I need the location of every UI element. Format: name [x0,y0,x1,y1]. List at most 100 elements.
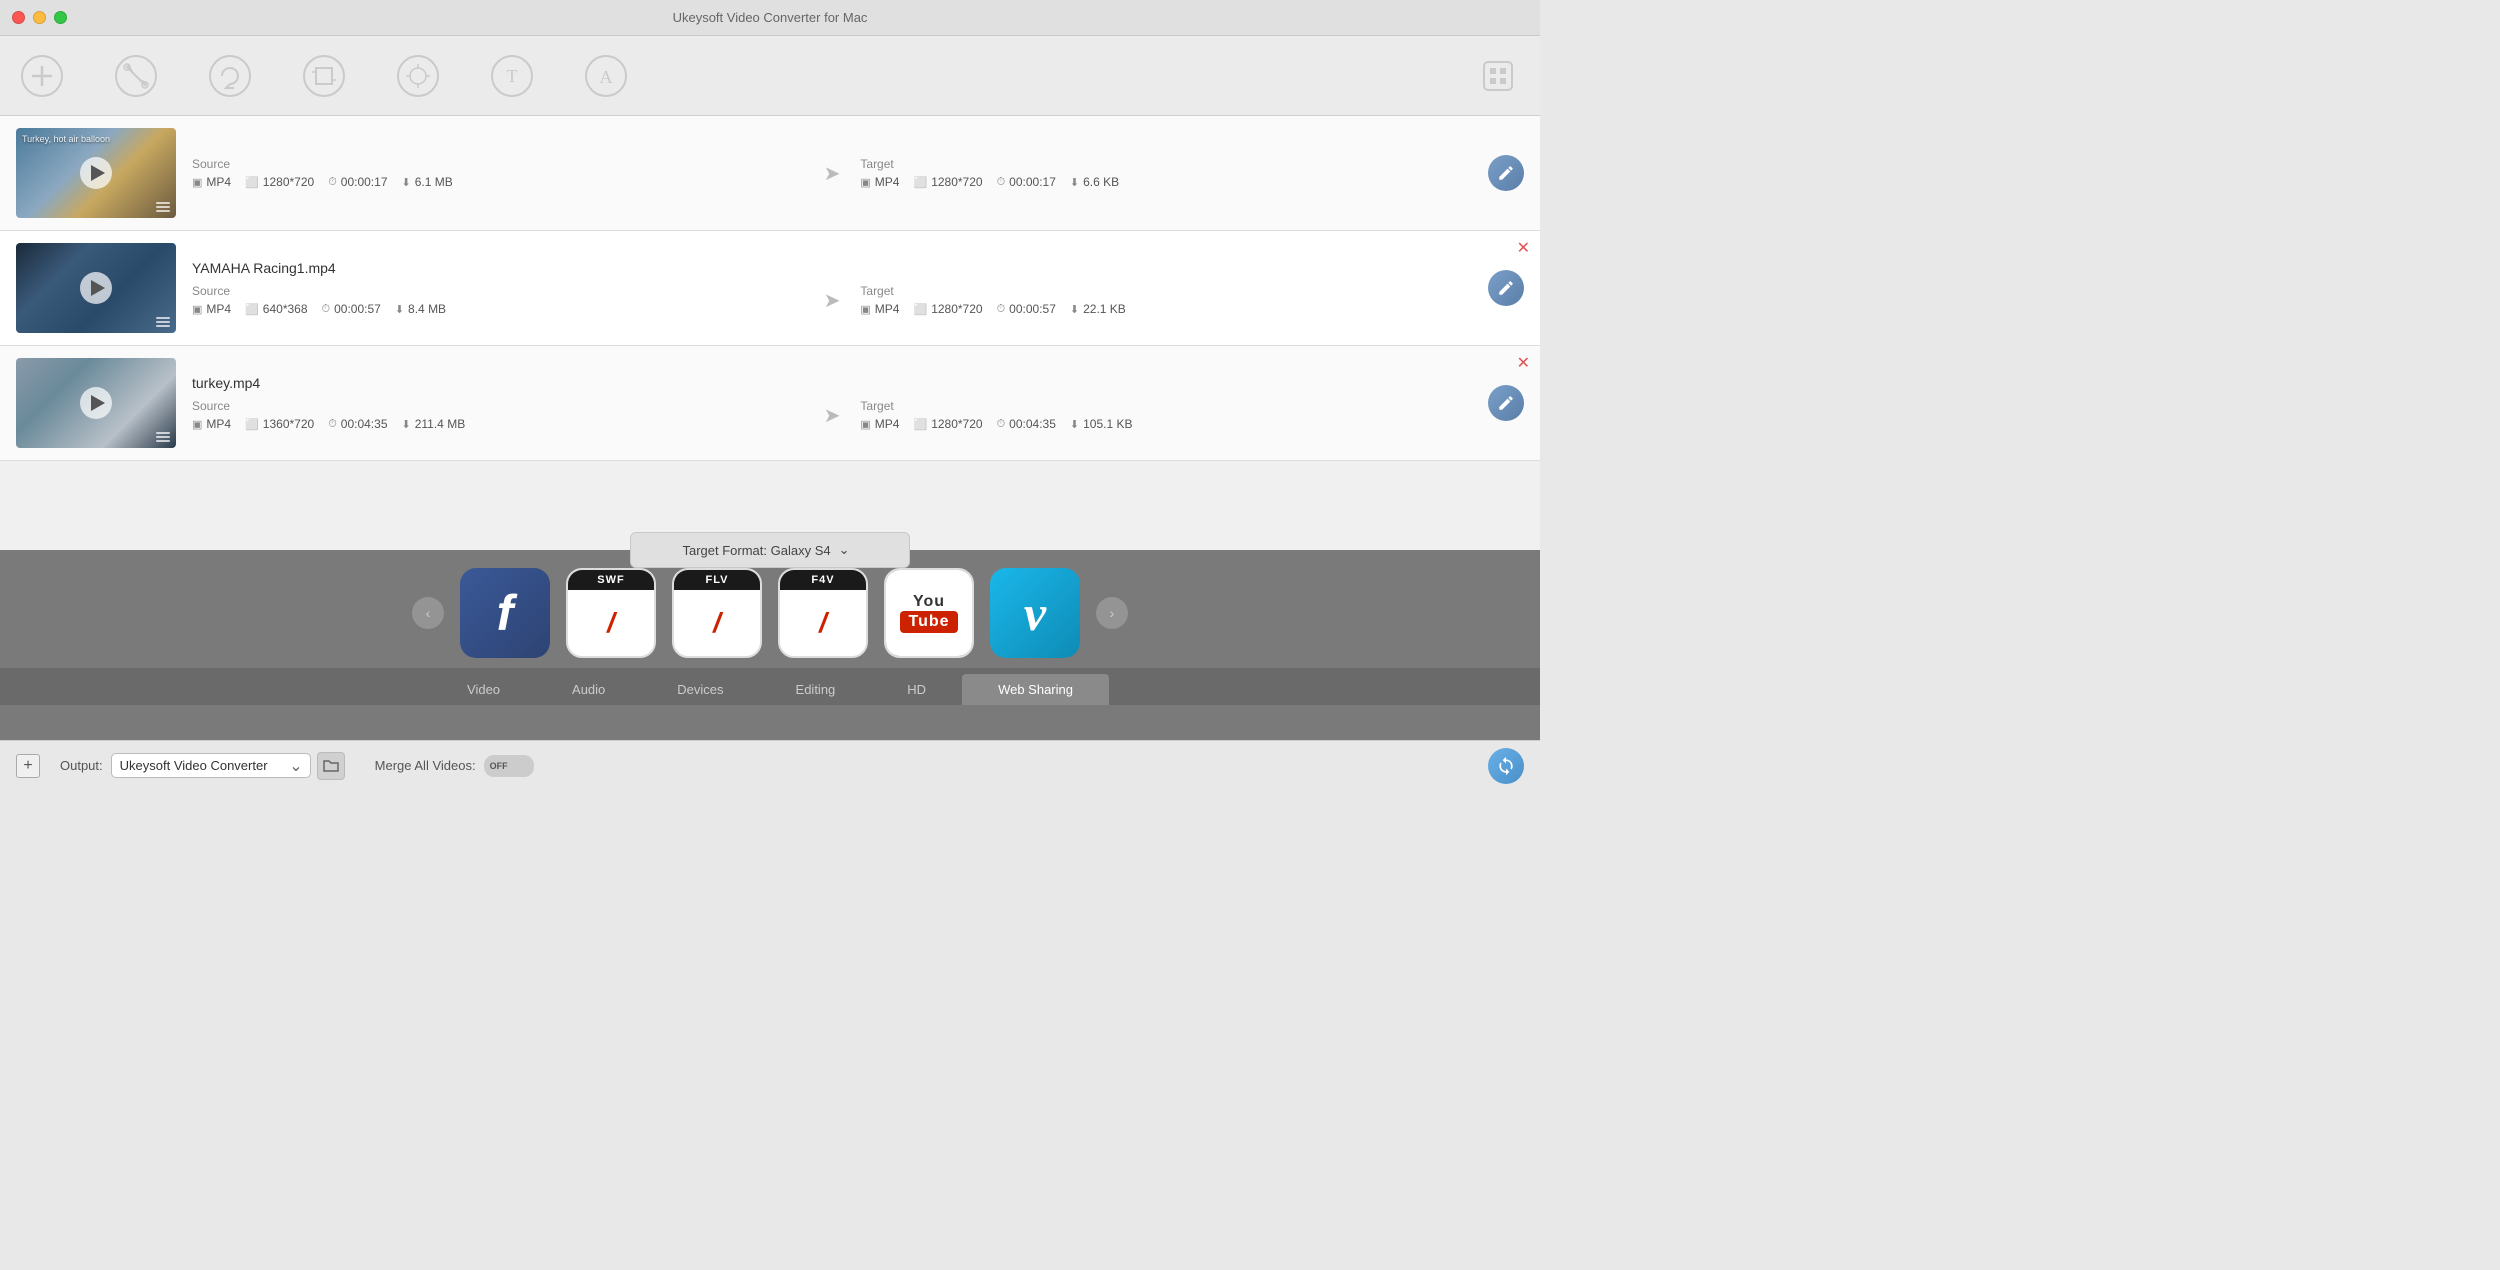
tab-hd[interactable]: HD [871,674,962,705]
svg-text:T: T [507,66,518,86]
source-label-2: Source [192,284,804,298]
close-window-button[interactable] [12,11,25,24]
source-resolution-2: ⬜ 640*368 [245,302,307,316]
source-meta-1: ▣ MP4 ⬜ 1280*720 ⏱ 00:00:17 [192,175,804,189]
add-file-button[interactable]: + [16,754,40,778]
edit-button-3[interactable] [1488,385,1524,421]
play-button-3[interactable] [80,387,112,419]
source-format-1: ▣ MP4 [192,175,231,189]
close-button-3[interactable]: ✕ [1517,356,1530,372]
edit-button-2[interactable] [1488,270,1524,306]
source-block-2: Source ▣ MP4 ⬜ 640*368 [192,284,804,316]
thumb-label-1: Turkey, hot air balloon [22,134,110,144]
dur-icon-1: ⏱ [328,176,337,189]
tab-bar: Video Audio Devices Editing HD Web Shari… [0,668,1540,705]
convert-button[interactable] [1488,748,1524,784]
video-name-3: turkey.mp4 [192,375,1472,391]
video-thumbnail-1[interactable]: Turkey, hot air balloon [16,128,176,218]
minimize-window-button[interactable] [33,11,46,24]
format-prev-button[interactable]: ‹ [412,597,444,629]
source-block-1: Source ▣ MP4 ⬜ 1280*720 [192,157,804,189]
target-format-1: ▣ MP4 [860,175,899,189]
video-item-2: ✕ YAMAHA Racing1.mp4 [0,231,1540,346]
size-icon-1: ⬇ [402,176,411,189]
window-controls [12,11,67,24]
video-info-2: YAMAHA Racing1.mp4 Source ▣ MP4 ⬜ [192,260,1472,316]
format-icon-flv[interactable]: FLV / [672,568,762,658]
source-target-row-1: Source ▣ MP4 ⬜ 1280*720 [192,157,1472,189]
source-size-2: ⬇ 8.4 MB [395,302,446,316]
target-duration-1: ⏱ 00:00:17 [997,175,1056,189]
play-button-1[interactable] [80,157,112,189]
source-label-1: Source [192,157,804,171]
add-toolbar-button[interactable] [20,54,64,98]
tab-devices[interactable]: Devices [641,674,759,705]
source-target-row-3: Source ▣ MP4 ⬜ 1360*720 [192,399,1472,431]
text-toolbar-button[interactable]: T [490,54,534,98]
arrow-3: ➤ [824,403,841,428]
rotate-toolbar-button[interactable] [208,54,252,98]
source-meta-3: ▣ MP4 ⬜ 1360*720 ⏱ 00:04:35 [192,417,804,431]
format-icon-facebook[interactable]: f [460,568,550,658]
format-icon-youtube[interactable]: You Tube [884,568,974,658]
format-icon-1: ▣ [192,176,202,189]
output-select-wrapper: Ukeysoft Video Converter [111,753,311,778]
toolbar: T A [0,36,1540,116]
target-block-2: Target ▣ MP4 ⬜ 1280*720 [860,284,1472,316]
maximize-window-button[interactable] [54,11,67,24]
source-target-row-2: Source ▣ MP4 ⬜ 640*368 [192,284,1472,316]
folder-button[interactable] [317,752,345,780]
bottom-section: Target Format: Galaxy S4 ⌄ ‹ f SWF / [0,550,1540,790]
svg-text:A: A [600,67,613,87]
thumb-menu-3 [156,432,170,442]
target-label-1: Target [860,157,1472,171]
output-select[interactable]: Ukeysoft Video Converter [111,753,311,778]
target-size-1: ⬇ 6.6 KB [1070,175,1119,189]
source-block-3: Source ▣ MP4 ⬜ 1360*720 [192,399,804,431]
video-item-3: ✕ turkey.mp4 Source [0,346,1540,461]
bottom-bar: + Output: Ukeysoft Video Converter Merge… [0,740,1540,790]
tab-audio[interactable]: Audio [536,674,641,705]
tab-video[interactable]: Video [431,674,536,705]
close-button-2[interactable]: ✕ [1517,241,1530,257]
tab-editing[interactable]: Editing [760,674,872,705]
tab-websharing[interactable]: Web Sharing [962,674,1109,705]
title-bar: Ukeysoft Video Converter for Mac [0,0,1540,36]
source-meta-2: ▣ MP4 ⬜ 640*368 ⏱ 00:00:57 [192,302,804,316]
edit-button-1[interactable] [1488,155,1524,191]
format-icon-f4v[interactable]: F4V / [778,568,868,658]
format-next-button[interactable]: › [1096,597,1128,629]
settings-toolbar-button[interactable] [1476,54,1520,98]
watermark-toolbar-button[interactable]: A [584,54,628,98]
arrow-2: ➤ [824,288,841,313]
format-selector-bar[interactable]: Target Format: Galaxy S4 ⌄ [630,532,910,568]
effect-toolbar-button[interactable] [396,54,440,98]
thumb-menu-2 [156,317,170,327]
format-selector-label: Target Format: Galaxy S4 [682,543,830,558]
app-title: Ukeysoft Video Converter for Mac [673,10,868,25]
target-meta-2: ▣ MP4 ⬜ 1280*720 ⏱ 00:00:57 [860,302,1472,316]
trim-toolbar-button[interactable] [114,54,158,98]
format-icon-vimeo[interactable]: v [990,568,1080,658]
source-duration-2: ⏱ 00:00:57 [322,302,381,316]
play-button-2[interactable] [80,272,112,304]
crop-toolbar-button[interactable] [302,54,346,98]
source-size-1: ⬇ 6.1 MB [402,175,453,189]
toolbar-icons: T A [20,54,628,98]
source-resolution-1: ⬜ 1280*720 [245,175,314,189]
video-name-2: YAMAHA Racing1.mp4 [192,260,1472,276]
format-icon-swf[interactable]: SWF / [566,568,656,658]
output-label: Output: [60,758,103,773]
arrow-1: ➤ [824,161,841,186]
merge-label: Merge All Videos: [375,758,476,773]
target-label-3: Target [860,399,1472,413]
video-info-1: Source ▣ MP4 ⬜ 1280*720 [192,157,1472,189]
toggle-state-label: OFF [490,761,508,771]
source-format-2: ▣ MP4 [192,302,231,316]
source-label-3: Source [192,399,804,413]
target-label-2: Target [860,284,1472,298]
merge-toggle[interactable]: OFF [484,755,534,777]
video-thumbnail-3[interactable] [16,358,176,448]
thumb-menu-1 [156,202,170,212]
video-thumbnail-2[interactable] [16,243,176,333]
